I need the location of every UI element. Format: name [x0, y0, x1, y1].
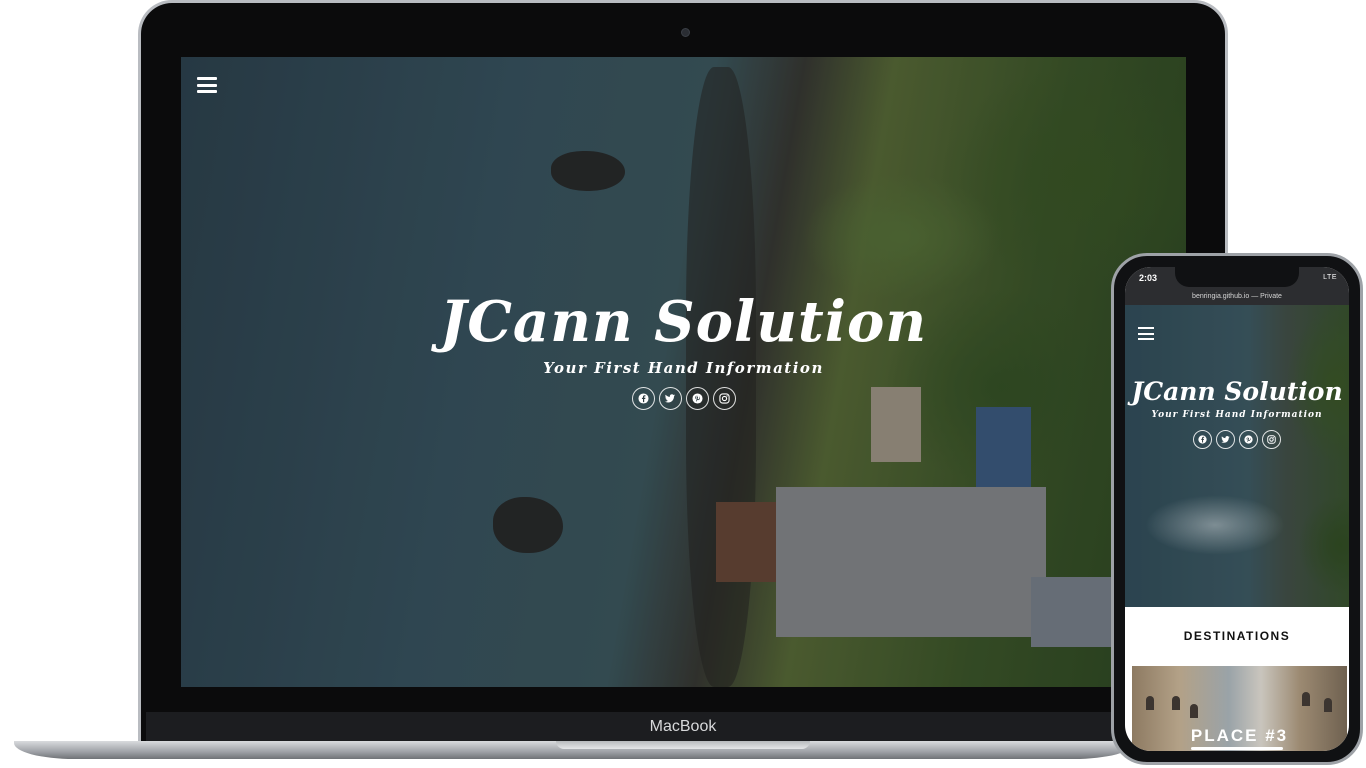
- site-subtitle: Your First Hand Information: [1151, 410, 1323, 420]
- twitter-icon[interactable]: [658, 387, 682, 410]
- social-links: [181, 387, 1186, 410]
- browser-url-bar[interactable]: benringia.github.io — Private: [1125, 291, 1349, 305]
- menu-icon[interactable]: [197, 77, 217, 93]
- status-network: LTE: [1323, 274, 1337, 281]
- instagram-icon[interactable]: [712, 387, 736, 410]
- status-time: 2:03: [1139, 273, 1158, 283]
- roof-decoration: [1031, 577, 1111, 647]
- roof-decoration: [776, 487, 1046, 637]
- laptop-camera: [681, 28, 690, 37]
- window-decoration: [1324, 698, 1332, 712]
- instagram-icon[interactable]: [1262, 430, 1281, 449]
- site-title: JCann Solution: [439, 289, 928, 355]
- rock-decoration: [551, 151, 625, 191]
- destinations-heading: DESTINATIONS: [1183, 629, 1291, 643]
- laptop-base: [14, 741, 1134, 759]
- phone-device: 2:03 LTE benringia.github.io — Private J…: [1111, 253, 1363, 765]
- twitter-icon[interactable]: [1216, 430, 1235, 449]
- laptop-base-notch: [556, 741, 810, 749]
- place-card[interactable]: PLACE #3: [1132, 666, 1347, 751]
- laptop-chin: MacBook: [146, 712, 1220, 742]
- roof-decoration: [716, 502, 776, 582]
- laptop-brand-label: MacBook: [649, 718, 717, 735]
- window-decoration: [1302, 692, 1310, 706]
- site-subtitle: Your First Hand Information: [543, 359, 824, 377]
- site-title: JCann Solution: [1131, 377, 1343, 406]
- surf-decoration: [1145, 495, 1285, 555]
- phone-hero-text: JCann Solution Your First Hand Informati…: [1125, 377, 1349, 449]
- window-decoration: [1190, 704, 1198, 718]
- hero-section: JCann Solution Your First Hand Informati…: [181, 289, 1186, 410]
- laptop-screen: JCann Solution Your First Hand Informati…: [181, 57, 1186, 687]
- facebook-icon[interactable]: [1193, 430, 1212, 449]
- place-card-label: PLACE #3: [1190, 726, 1289, 745]
- menu-icon[interactable]: [1138, 327, 1154, 340]
- window-decoration: [1172, 696, 1180, 710]
- window-decoration: [1146, 696, 1154, 710]
- laptop-device: JCann Solution Your First Hand Informati…: [138, 0, 1228, 744]
- phone-notch: [1175, 267, 1299, 287]
- roof-decoration: [976, 407, 1031, 487]
- facebook-icon[interactable]: [631, 387, 655, 410]
- pinterest-icon[interactable]: [1239, 430, 1258, 449]
- social-links: [1125, 430, 1349, 449]
- home-indicator: [1191, 747, 1283, 750]
- url-text: benringia.github.io — Private: [1192, 293, 1282, 300]
- rock-decoration: [493, 497, 563, 553]
- phone-status-bar: 2:03 LTE: [1125, 267, 1349, 291]
- pinterest-icon[interactable]: [685, 387, 709, 410]
